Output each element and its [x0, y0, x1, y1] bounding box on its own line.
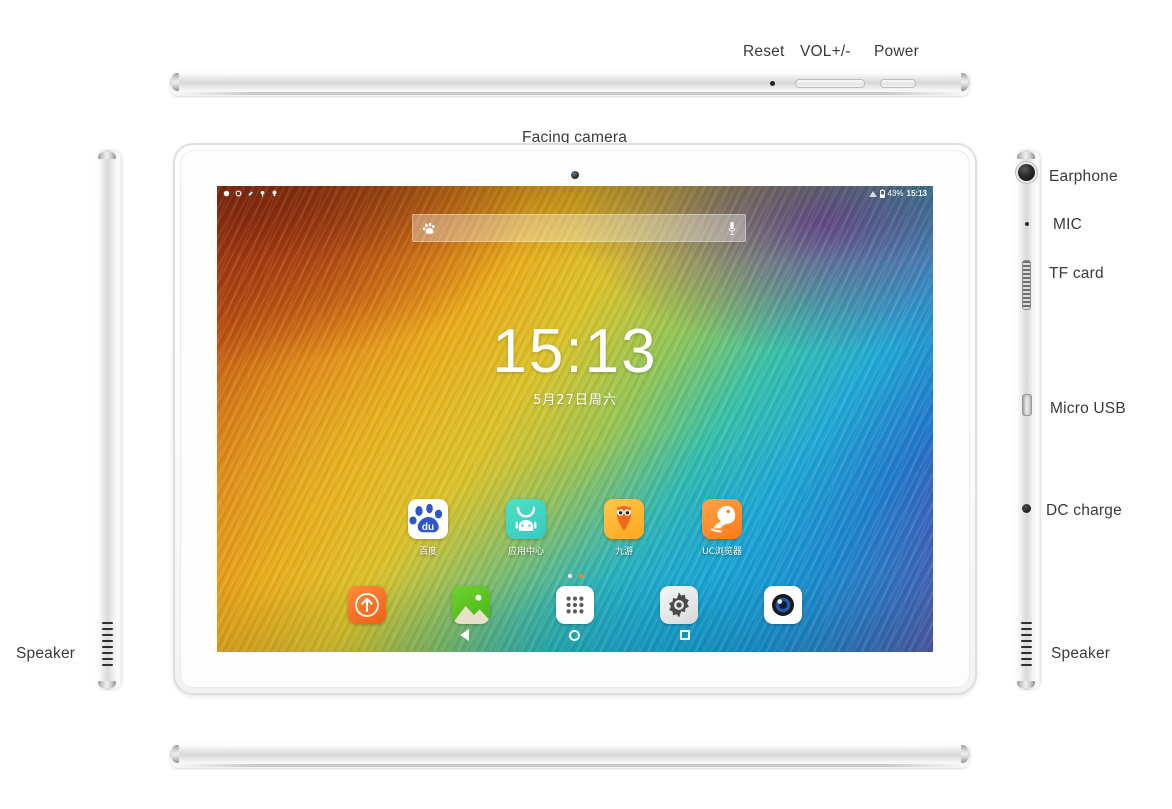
device-top-edge-view: [170, 70, 970, 96]
dock: [217, 586, 933, 624]
page-dot[interactable]: [567, 574, 572, 578]
reset-hole-icon: [770, 81, 775, 86]
gallery-icon[interactable]: [452, 586, 490, 624]
front-camera-icon: [571, 171, 579, 179]
edge-cap-top-right: [1017, 152, 1035, 159]
power-key[interactable]: [880, 79, 916, 88]
micro-usb-port-icon: [1022, 394, 1032, 416]
weather-icon: [248, 191, 253, 196]
baidu-paw-icon: [422, 222, 435, 234]
upload-arrow-icon[interactable]: [348, 586, 386, 624]
search-widget[interactable]: [412, 214, 746, 242]
nav-recents-icon[interactable]: [680, 630, 690, 640]
battery-icon: [879, 188, 885, 198]
edge-cap-left: [172, 73, 179, 91]
battery-percent: 43%: [887, 189, 904, 198]
edge-cap-bottom-right: [1017, 681, 1035, 688]
nav-home-icon[interactable]: [569, 629, 580, 641]
edge-cap-top: [98, 152, 116, 159]
camera-icon[interactable]: [764, 586, 802, 624]
tablet-front-view: 43% 15:13 15:13 5月27日周六 du 百度 应用中心 九游 UC…: [175, 145, 975, 693]
speaker-grille-left-icon: [102, 622, 113, 666]
app-center-icon[interactable]: [506, 499, 546, 539]
speaker-grille-right-icon: [1021, 622, 1032, 666]
wifi-icon: [868, 190, 877, 197]
app-item-baidu[interactable]: du 百度: [399, 499, 457, 557]
baidu-icon[interactable]: du: [408, 499, 448, 539]
settings-gear-icon[interactable]: [660, 586, 698, 624]
callout-tf-card: TF card: [1049, 265, 1104, 282]
app-item-app-center[interactable]: 应用中心: [497, 499, 555, 557]
app-label: 应用中心: [507, 547, 544, 557]
nav-back-icon[interactable]: [460, 629, 469, 641]
tablet-screen[interactable]: 43% 15:13 15:13 5月27日周六 du 百度 应用中心 九游 UC…: [217, 186, 933, 652]
page-indicator-dots: [217, 574, 933, 578]
mic-hole-icon: [1025, 222, 1029, 226]
circle-icon: [235, 190, 242, 197]
app-item-jiuyou[interactable]: 九游: [595, 499, 653, 557]
alarm-icon: [260, 190, 265, 197]
tf-card-slot-icon: [1022, 260, 1031, 310]
home-app-row: du 百度 应用中心 九游 UC浏览器: [217, 499, 933, 557]
bulb-icon: [272, 190, 277, 197]
callout-mic: MIC: [1053, 216, 1083, 233]
notification-dot-icon: [223, 190, 230, 197]
callout-speaker-left: Speaker: [16, 645, 76, 662]
uc-browser-icon[interactable]: [702, 499, 742, 539]
status-bar: 43% 15:13: [217, 186, 933, 201]
page-dot-active[interactable]: [578, 574, 583, 578]
jiuyou-icon[interactable]: [604, 499, 644, 539]
clock-time: 15:13: [492, 317, 658, 386]
app-label: UC浏览器: [702, 547, 742, 557]
diagram-canvas: Reset VOL+/- Power Facing camera Speaker…: [0, 0, 1172, 809]
dc-charge-port-icon: [1022, 504, 1031, 513]
callout-dc-charge: DC charge: [1046, 502, 1122, 519]
edge-cap-right-bottom: [961, 745, 968, 763]
android-navigation-bar: [217, 622, 933, 648]
wallpaper-shading: [217, 186, 933, 652]
app-item-uc-browser[interactable]: UC浏览器: [693, 499, 751, 557]
callout-reset: Reset: [743, 43, 785, 60]
edge-cap-bottom: [98, 681, 116, 688]
status-bar-clock: 15:13: [906, 189, 927, 198]
status-bar-system-icons: 43% 15:13: [868, 188, 927, 198]
app-label: 九游: [614, 547, 633, 557]
volume-key[interactable]: [795, 79, 865, 88]
device-bottom-edge-view: [170, 742, 970, 768]
clock-date: 5月27日周六: [533, 393, 617, 408]
callout-micro-usb: Micro USB: [1050, 400, 1126, 417]
edge-cap-right: [961, 73, 968, 91]
status-bar-notification-icons: [223, 190, 278, 197]
earphone-jack-icon: [1018, 164, 1035, 181]
callout-volume: VOL+/-: [800, 43, 851, 60]
callout-earphone: Earphone: [1049, 168, 1118, 185]
app-label: 百度: [418, 547, 437, 557]
callout-speaker-right: Speaker: [1051, 645, 1111, 662]
microphone-icon[interactable]: [728, 221, 736, 236]
svg-text:du: du: [422, 522, 434, 533]
device-right-edge-view: [1014, 150, 1040, 690]
edge-cap-left-bottom: [172, 745, 179, 763]
app-drawer-icon[interactable]: [556, 586, 594, 624]
lockscreen-clock: 15:13 5月27日周六: [217, 317, 933, 409]
callout-power: Power: [874, 43, 919, 60]
device-left-edge-view: [95, 150, 121, 690]
